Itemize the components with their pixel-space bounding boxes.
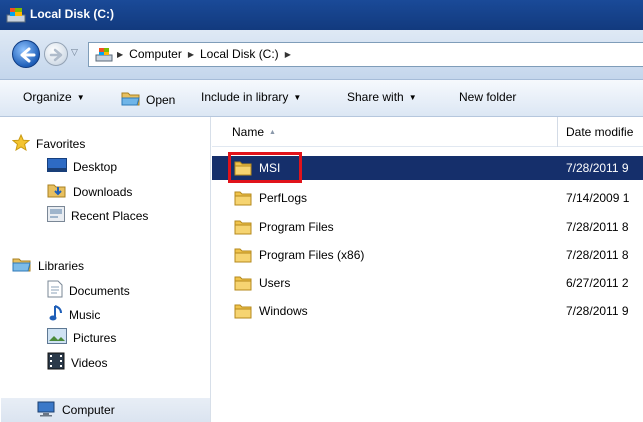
file-date: 6/27/2011 2 xyxy=(566,276,629,290)
file-date: 7/28/2011 9 xyxy=(566,161,629,175)
chevron-down-icon: ▼ xyxy=(293,92,302,102)
chevron-down-icon: ▼ xyxy=(408,92,417,102)
folder-icon xyxy=(234,190,252,209)
sort-ascending-icon: ▲ xyxy=(269,128,276,136)
share-label: Share with xyxy=(347,90,404,104)
file-date: 7/28/2011 8 xyxy=(566,220,629,234)
file-row-program-files[interactable]: Program Files 7/28/2011 8 xyxy=(212,215,643,239)
breadcrumb-local-disk[interactable]: Local Disk (C:) xyxy=(200,47,279,61)
nav-videos-label: Videos xyxy=(71,355,108,370)
window-title: Local Disk (C:) xyxy=(30,7,115,21)
column-name-label: Name xyxy=(232,125,265,139)
file-date: 7/14/2009 1 xyxy=(566,191,630,205)
new-folder-button[interactable]: New folder xyxy=(459,90,516,104)
file-row-users[interactable]: Users 6/27/2011 2 xyxy=(212,271,643,295)
file-date: 7/28/2011 8 xyxy=(566,248,629,262)
column-header: Name ▲ Date modifie xyxy=(212,117,643,147)
back-arrow-icon xyxy=(20,47,36,63)
nav-favorites[interactable]: Favorites xyxy=(11,133,86,154)
pictures-icon xyxy=(47,328,67,347)
navigation-pane: Favorites Desktop Downloads Recent Place… xyxy=(0,117,211,422)
folder-icon xyxy=(234,303,252,322)
file-name: Users xyxy=(259,276,291,290)
nav-libraries-label: Libraries xyxy=(38,258,85,273)
file-name: Windows xyxy=(259,304,308,318)
folder-icon xyxy=(234,219,252,238)
column-divider[interactable] xyxy=(557,117,558,147)
music-icon xyxy=(49,304,63,325)
chevron-down-icon: ▼ xyxy=(76,92,85,102)
folder-open-icon xyxy=(121,90,141,109)
nav-computer-label: Computer xyxy=(62,403,115,417)
nav-documents[interactable]: Documents xyxy=(47,280,130,301)
organize-button[interactable]: Organize ▼ xyxy=(23,90,85,104)
drive-icon xyxy=(6,6,26,27)
open-button[interactable]: Open xyxy=(121,90,175,109)
drive-icon xyxy=(95,46,113,67)
nav-documents-label: Documents xyxy=(69,283,130,298)
chevron-right-icon[interactable]: ▶ xyxy=(117,50,123,59)
include-in-library-button[interactable]: Include in library ▼ xyxy=(201,90,301,104)
forward-arrow-icon xyxy=(49,48,63,62)
folder-icon xyxy=(234,247,252,266)
highlight-box xyxy=(228,152,302,183)
nav-favorites-label: Favorites xyxy=(36,137,86,151)
column-name-header[interactable]: Name ▲ xyxy=(232,125,276,139)
folder-icon xyxy=(234,275,252,294)
nav-downloads-label: Downloads xyxy=(73,184,133,199)
nav-libraries[interactable]: Libraries xyxy=(12,256,84,275)
file-row-windows[interactable]: Windows 7/28/2011 9 xyxy=(212,299,643,323)
organize-label: Organize xyxy=(23,90,72,104)
title-bar: Local Disk (C:) xyxy=(0,0,643,30)
nav-pictures-label: Pictures xyxy=(73,330,117,345)
documents-icon xyxy=(47,280,63,301)
computer-icon xyxy=(36,401,56,420)
nav-desktop-label: Desktop xyxy=(73,159,118,174)
file-name: Program Files xyxy=(259,220,334,234)
command-bar: Organize ▼ Open Include in library ▼ Sha… xyxy=(0,80,643,117)
nav-desktop[interactable]: Desktop xyxy=(47,158,117,175)
libraries-icon xyxy=(12,256,32,275)
nav-recent-places[interactable]: Recent Places xyxy=(47,206,148,225)
file-row-msi[interactable]: MSI 7/28/2011 9 xyxy=(212,152,643,183)
address-area: ▽ ▶ Computer ▶ Local Disk (C:) ▶ xyxy=(0,30,643,80)
nav-computer[interactable]: Computer xyxy=(1,398,210,422)
nav-videos[interactable]: Videos xyxy=(47,352,107,373)
file-row-perflogs[interactable]: PerfLogs 7/14/2009 1 xyxy=(212,186,643,210)
downloads-icon xyxy=(47,182,67,201)
include-label: Include in library xyxy=(201,90,289,104)
recent-places-icon xyxy=(47,206,65,225)
nav-pictures[interactable]: Pictures xyxy=(47,328,116,347)
nav-music[interactable]: Music xyxy=(49,304,100,325)
breadcrumb-computer[interactable]: Computer xyxy=(129,47,182,61)
nav-music-label: Music xyxy=(69,307,101,322)
share-with-button[interactable]: Share with ▼ xyxy=(347,90,417,104)
file-name: PerfLogs xyxy=(259,191,308,205)
nav-downloads[interactable]: Downloads xyxy=(47,182,132,201)
chevron-right-icon[interactable]: ▶ xyxy=(285,50,291,59)
column-date-header[interactable]: Date modifie xyxy=(566,125,633,139)
file-row-program-files-x86[interactable]: Program Files (x86) 7/28/2011 8 xyxy=(212,243,643,267)
nav-recent-label: Recent Places xyxy=(71,208,149,223)
desktop-icon xyxy=(47,158,67,175)
back-button[interactable] xyxy=(12,40,40,68)
recent-pages-dropdown[interactable]: ▽ xyxy=(71,47,81,61)
star-icon xyxy=(11,133,31,154)
file-date: 7/28/2011 9 xyxy=(566,304,629,318)
chevron-right-icon[interactable]: ▶ xyxy=(188,50,194,59)
videos-icon xyxy=(47,352,65,373)
new-folder-label: New folder xyxy=(459,90,517,104)
forward-button[interactable] xyxy=(44,42,68,66)
open-label: Open xyxy=(146,92,176,107)
file-list: Name ▲ Date modifie MSI 7/28/2011 9 Perf… xyxy=(212,117,643,422)
file-name: Program Files (x86) xyxy=(259,248,365,262)
address-bar[interactable]: ▶ Computer ▶ Local Disk (C:) ▶ xyxy=(88,42,643,67)
